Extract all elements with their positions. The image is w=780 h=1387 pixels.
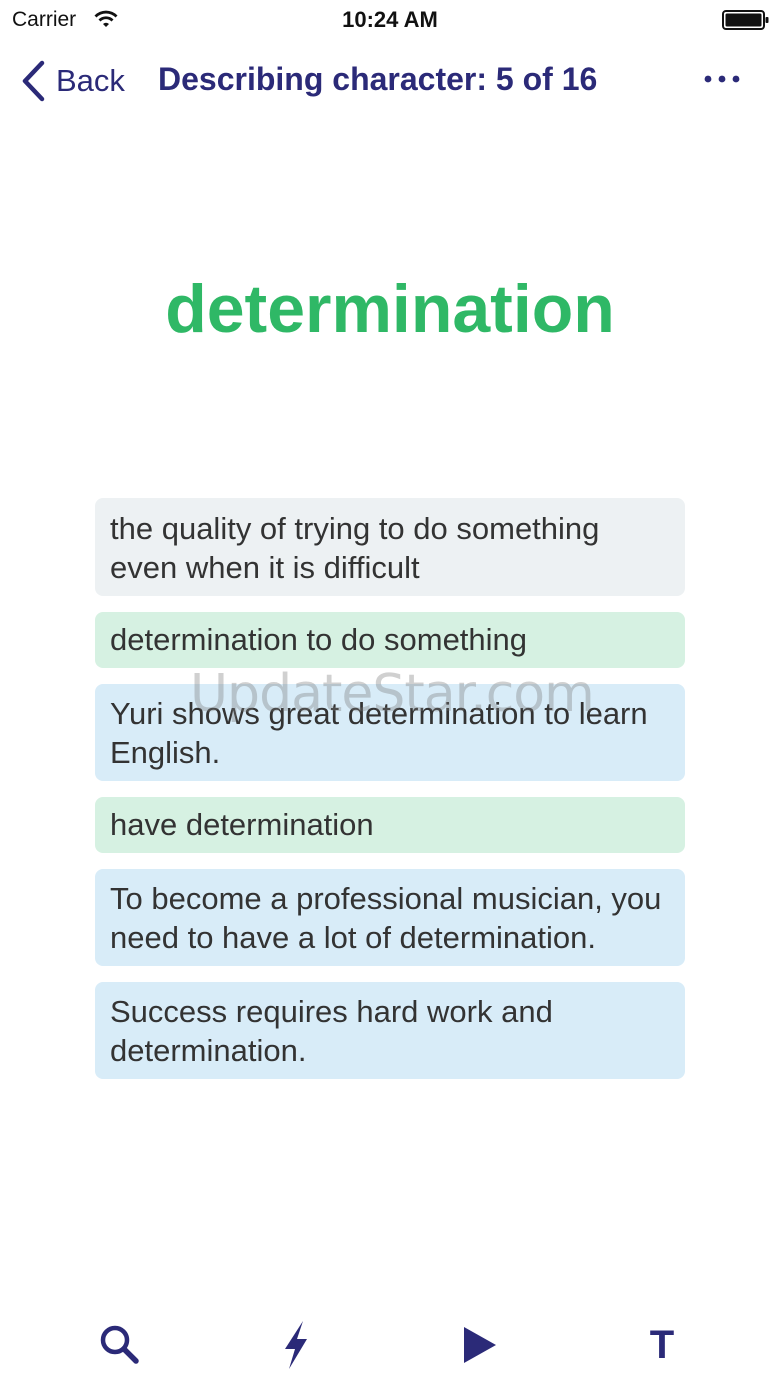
clock: 10:24 AM [342, 7, 438, 32]
play-icon [464, 1327, 496, 1363]
collocation-card: have determination [95, 797, 685, 853]
headword: determination [165, 271, 615, 347]
nav-bar: Back Describing character: 5 of 16 [0, 48, 780, 114]
play-button[interactable] [450, 1310, 510, 1380]
more-options-icon[interactable] [700, 64, 744, 94]
definition-card: the quality of trying to do something ev… [95, 498, 685, 596]
bottom-toolbar: T [0, 1310, 780, 1380]
status-bar: Carrier 10:24 AM [0, 0, 780, 40]
battery-icon [722, 10, 769, 30]
example-card: Yuri shows great determination to learn … [95, 684, 685, 781]
search-button[interactable] [90, 1310, 150, 1380]
example-card: To become a professional musician, you n… [95, 869, 685, 966]
chevron-left-icon [22, 60, 45, 102]
entry-cards: the quality of trying to do something ev… [95, 498, 685, 1095]
search-icon [100, 1325, 139, 1364]
example-card: Success requires hard work and determina… [95, 982, 685, 1079]
flashcard-button[interactable] [266, 1310, 326, 1380]
text-size-button[interactable]: T [632, 1310, 692, 1380]
back-button[interactable]: Back [20, 56, 125, 106]
text-size-icon: T [649, 1322, 675, 1367]
collocation-card: determination to do something [95, 612, 685, 668]
page-title: Describing character: 5 of 16 [158, 61, 598, 97]
lightning-icon [285, 1321, 307, 1369]
back-label: Back [56, 63, 125, 98]
